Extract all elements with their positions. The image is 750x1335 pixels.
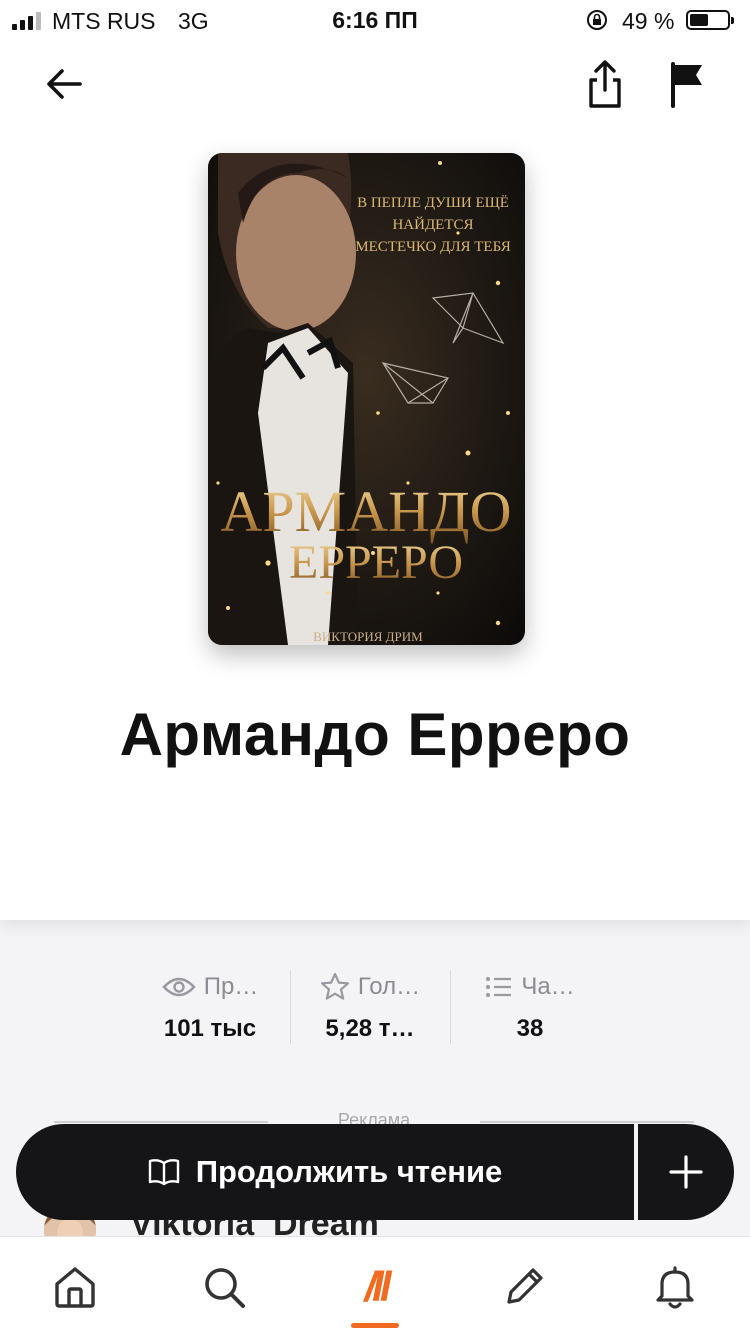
stat-votes[interactable]: Гол… 5,28 т…	[290, 965, 450, 1045]
tab-search[interactable]	[194, 1259, 254, 1315]
star-icon	[320, 972, 349, 1000]
battery-icon	[686, 10, 734, 30]
stat-parts-value: 38	[516, 1015, 544, 1042]
book-header: MTS RUS 3G 6:16 ПП 49 % В ПЕПЛЕ ДУШИ ЕЩЁ…	[0, 0, 750, 920]
book-open-icon	[148, 1159, 179, 1186]
stat-parts-label: Ча…	[521, 973, 575, 1000]
list-icon	[486, 977, 512, 997]
back-button[interactable]	[38, 58, 90, 110]
battery-percent: 49 %	[622, 8, 675, 34]
cover-tagline-1: В ПЕПЛЕ ДУШИ ЕЩЁ	[357, 194, 509, 211]
share-button[interactable]	[582, 56, 628, 112]
arrow-left-icon	[47, 69, 82, 99]
search-icon	[205, 1268, 245, 1308]
book-title: Армандо Ерреро	[119, 701, 631, 768]
rotation-lock-icon	[587, 10, 607, 30]
continue-reading-label: Продолжить чтение	[195, 1154, 503, 1189]
tab-logo[interactable]: /ll	[346, 1259, 406, 1328]
status-bar: MTS RUS 3G 6:16 ПП 49 %	[0, 0, 750, 42]
flag-icon	[671, 62, 702, 108]
cover-illustration: В ПЕПЛЕ ДУШИ ЕЩЁ НАЙДЕТСЯ МЕСТЕЧКО ДЛЯ Т…	[208, 153, 525, 645]
tab-bar: /ll	[0, 1236, 750, 1335]
stat-views-value: 101 тыс	[163, 1015, 257, 1042]
cover-tagline-2: НАЙДЕТСЯ	[392, 216, 473, 233]
book-cover[interactable]: В ПЕПЛЕ ДУШИ ЕЩЁ НАЙДЕТСЯ МЕСТЕЧКО ДЛЯ Т…	[208, 153, 525, 645]
add-to-library-button[interactable]	[638, 1124, 734, 1220]
cover-title-2: ЕРРЕРО	[289, 536, 463, 589]
tab-write[interactable]	[494, 1259, 554, 1315]
cover-title-1: АРМАНДО	[221, 479, 512, 544]
active-tab-indicator	[351, 1323, 399, 1328]
eye-icon	[162, 977, 196, 997]
home-icon	[55, 1267, 95, 1308]
stat-parts[interactable]: Ча… 38	[450, 965, 610, 1045]
stat-views[interactable]: Пр… 101 тыс	[130, 965, 290, 1045]
bell-icon	[656, 1266, 694, 1309]
tab-home[interactable]	[45, 1259, 105, 1315]
tab-notifications[interactable]	[645, 1259, 705, 1315]
share-icon	[589, 60, 621, 108]
stat-votes-value: 5,28 т…	[325, 1015, 415, 1042]
cover-tagline-3: МЕСТЕЧКО ДЛЯ ТЕБЯ	[355, 239, 510, 255]
plus-icon	[669, 1155, 703, 1189]
cover-author: ВИКТОРИЯ ДРИМ	[313, 629, 423, 644]
book-stats: Пр… 101 тыс Гол… 5,28 т… Ча… 38	[130, 965, 610, 1045]
logo-icon: /ll	[364, 1263, 391, 1310]
continue-reading-button[interactable]: Продолжить чтение	[16, 1124, 634, 1220]
stat-views-label: Пр…	[203, 973, 259, 1000]
report-button[interactable]	[664, 58, 708, 110]
stat-votes-label: Гол…	[357, 973, 421, 1000]
pencil-icon	[507, 1268, 543, 1304]
